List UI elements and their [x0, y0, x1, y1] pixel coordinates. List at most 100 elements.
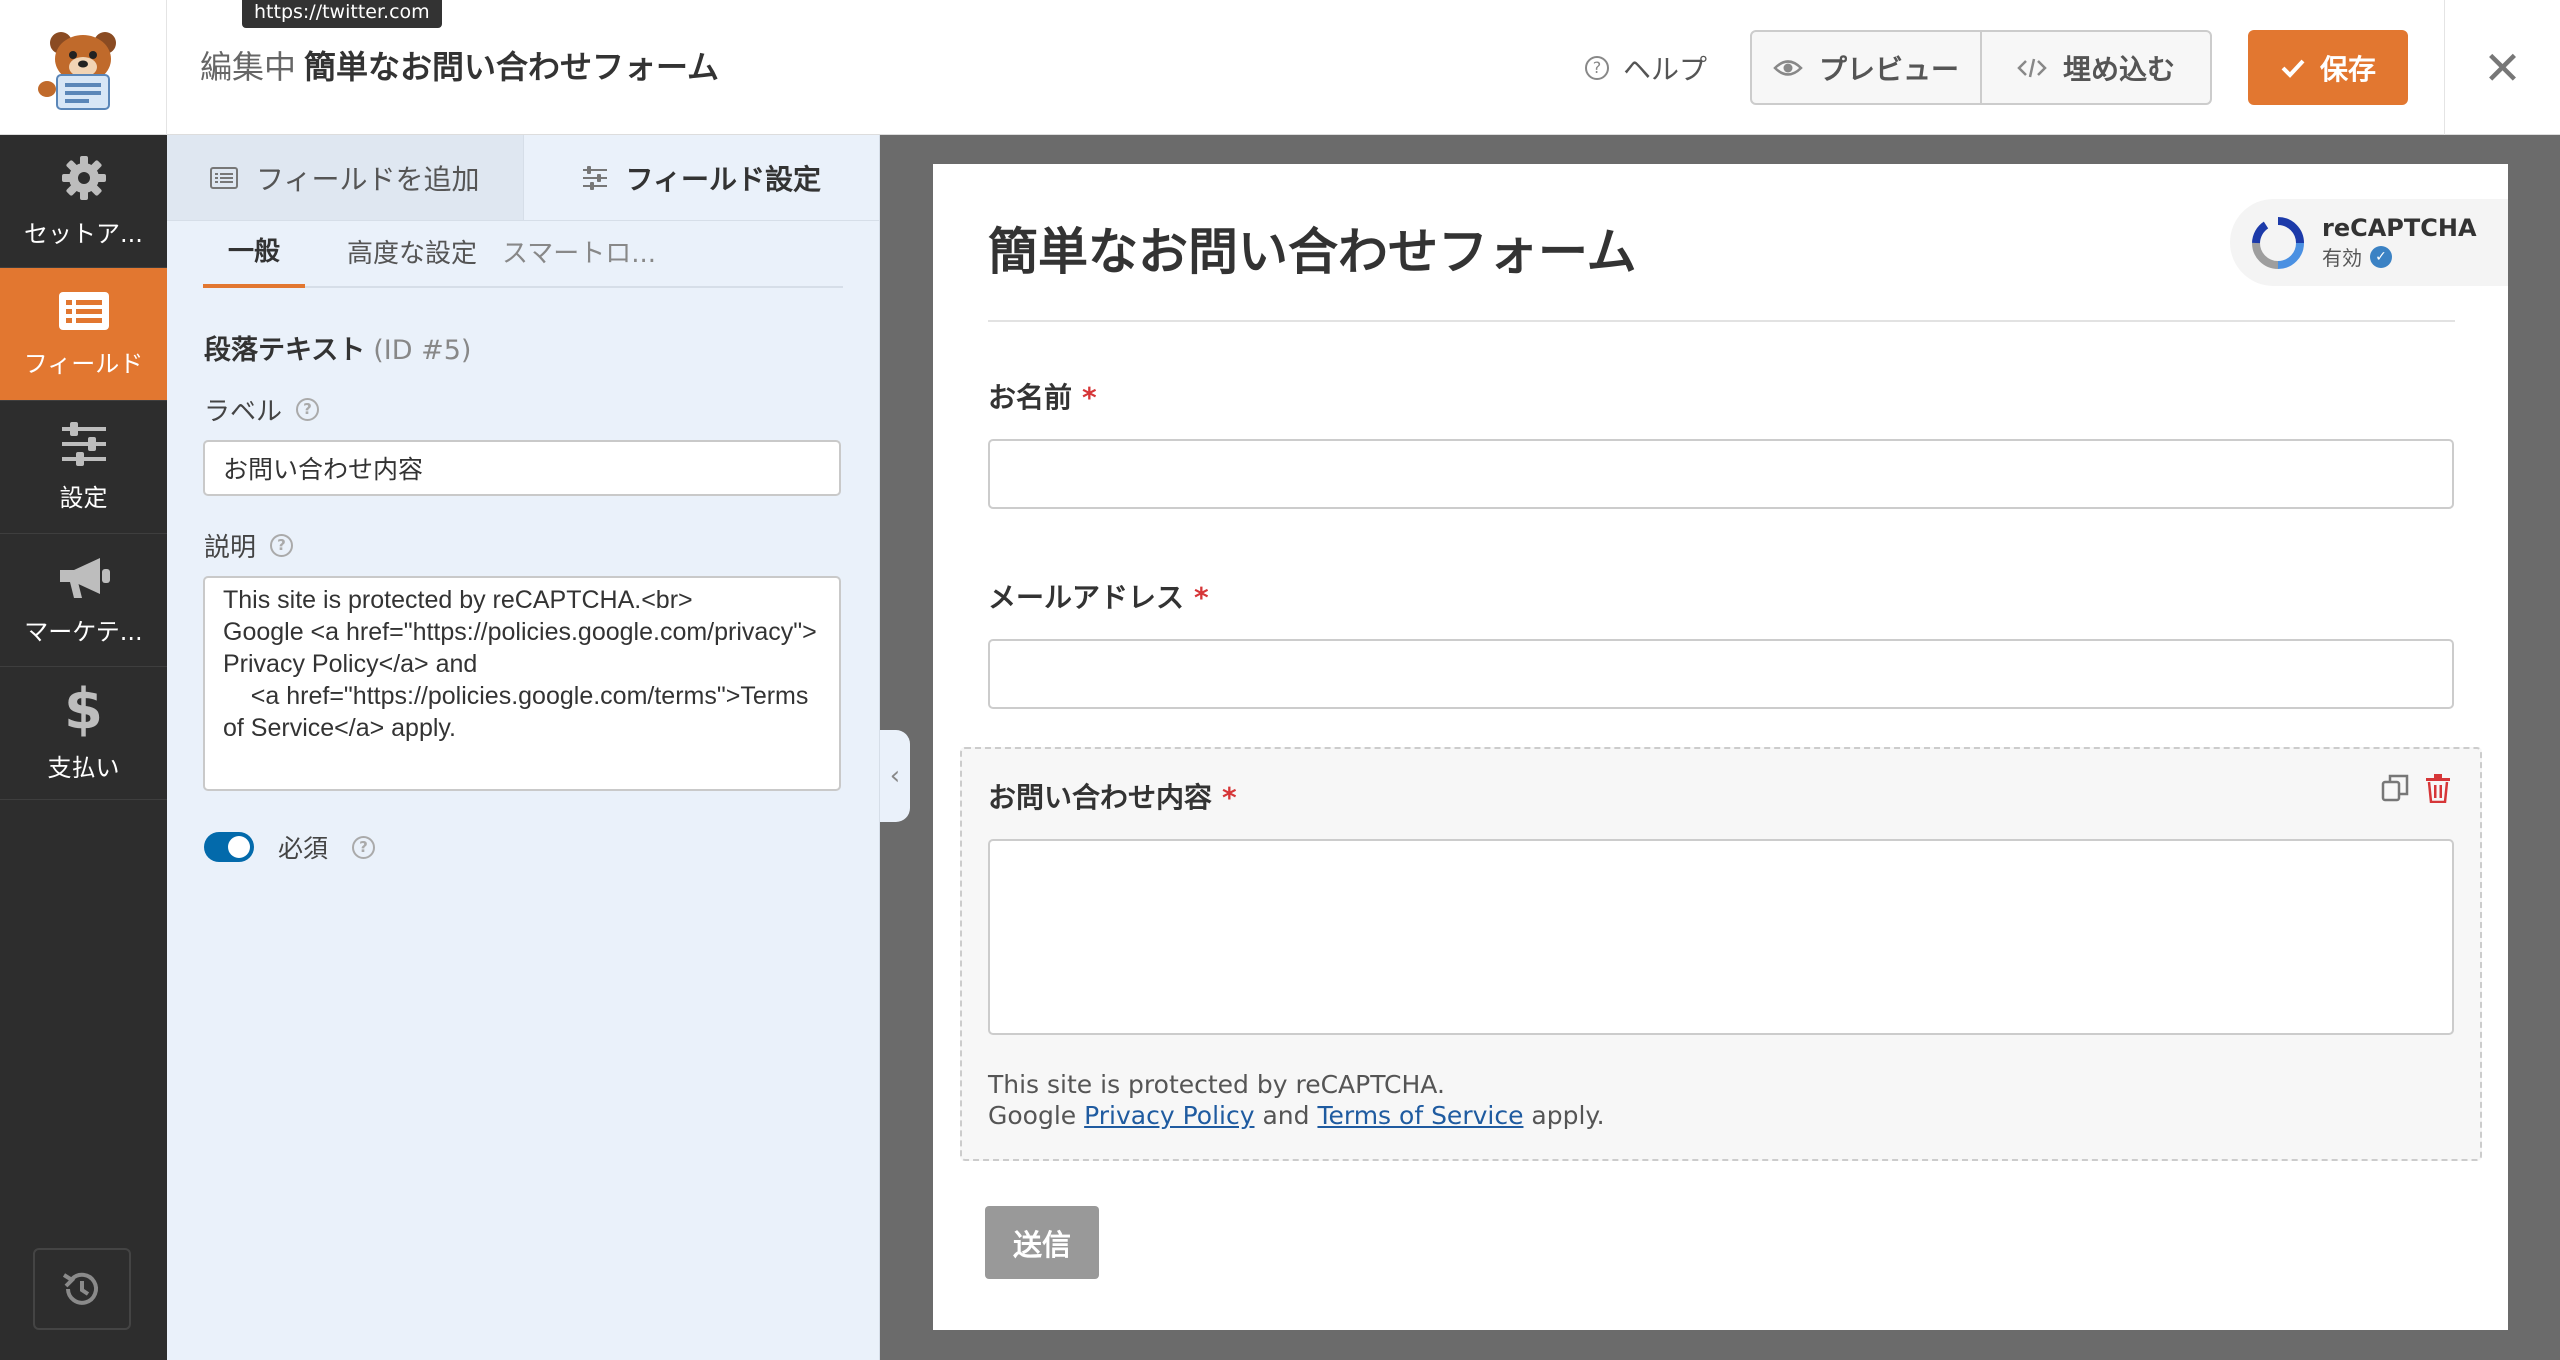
eye-icon	[1773, 59, 1803, 76]
title-divider	[988, 320, 2455, 322]
save-button[interactable]: 保存	[2248, 30, 2408, 105]
save-label: 保存	[2319, 52, 2376, 86]
field-type-heading: 段落テキスト (ID #5)	[204, 328, 471, 367]
description-textarea[interactable]: This site is protected by reCAPTCHA.<br>…	[203, 576, 841, 791]
bear-mascot-icon	[38, 31, 116, 110]
label-caption-text: ラベル	[204, 397, 283, 427]
list-icon	[58, 291, 109, 330]
tab-field-options[interactable]: フィールド設定	[523, 135, 879, 220]
name-input[interactable]	[988, 439, 2454, 509]
tab-label: フィールド設定	[625, 162, 821, 196]
terms-of-service-link[interactable]: Terms of Service	[1317, 1101, 1523, 1130]
page-title: 編集中 簡単なお問い合わせフォーム	[200, 42, 719, 88]
help-link[interactable]: ? ヘルプ	[1585, 48, 1707, 88]
field-options-panel: フィールドを追加 フィールド設定 一般 高度な設定 スマートロ... 段落テキス…	[167, 135, 880, 1360]
recaptcha-title: reCAPTCHA	[2322, 214, 2477, 242]
label-caption: ラベル ?	[204, 391, 320, 428]
preview-button[interactable]: プレビュー	[1752, 32, 1980, 103]
left-sidebar: セットア... フィールド 設定 マーケテ... $ 支払い	[0, 135, 167, 1360]
description-caption-text: 説明	[204, 533, 257, 563]
form-title: 簡単なお問い合わせフォーム	[988, 223, 1637, 281]
close-button[interactable]: ✕	[2444, 0, 2560, 135]
megaphone-icon	[59, 557, 110, 598]
url-tooltip: https://twitter.com	[242, 0, 442, 28]
verified-check-icon: ✓	[2370, 245, 2392, 268]
recaptcha-icon	[2252, 216, 2304, 269]
code-icon	[2017, 58, 2047, 77]
chevron-left-icon: ‹	[889, 761, 901, 791]
field-label-text: お問い合わせ内容	[988, 781, 1213, 814]
required-toggle-row: 必須 ?	[204, 829, 376, 865]
privacy-policy-link[interactable]: Privacy Policy	[1084, 1101, 1254, 1130]
description-caption: 説明 ?	[204, 527, 294, 564]
preview-label: プレビュー	[1818, 52, 1959, 86]
help-tooltip-icon[interactable]: ?	[352, 835, 376, 859]
inquiry-textarea[interactable]	[988, 839, 2454, 1035]
subtab-smart-logic[interactable]: スマートロ...	[502, 233, 681, 286]
required-toggle[interactable]	[204, 832, 254, 862]
subtab-general[interactable]: 一般	[203, 231, 306, 288]
sidebar-item-label: 設定	[59, 483, 108, 512]
required-asterisk: *	[1082, 381, 1097, 414]
form-name: 簡単なお問い合わせフォーム	[304, 48, 720, 86]
trash-icon[interactable]	[2424, 773, 2452, 803]
sliders-icon	[61, 421, 106, 466]
tab-add-fields[interactable]: フィールドを追加	[167, 135, 524, 220]
question-circle-icon: ?	[1585, 56, 1609, 80]
description-line-2: Google Privacy Policy and Terms of Servi…	[988, 1100, 1605, 1131]
sidebar-item-label: マーケテ...	[24, 617, 143, 646]
required-asterisk: *	[1194, 581, 1209, 614]
field-label-name: お名前 *	[988, 376, 1097, 416]
sidebar-item-label: 支払い	[47, 753, 120, 782]
embed-button[interactable]: 埋め込む	[1980, 32, 2210, 103]
field-label-email: メールアドレス *	[988, 576, 1209, 616]
checkmark-icon	[2281, 59, 2305, 78]
sidebar-item-setup[interactable]: セットア...	[0, 135, 167, 268]
subtab-advanced[interactable]: 高度な設定	[305, 233, 502, 286]
description-apply: apply.	[1531, 1101, 1605, 1130]
description-line-1: This site is protected by reCAPTCHA.	[988, 1070, 1445, 1099]
field-id: (ID #5)	[373, 335, 472, 366]
tab-label: フィールドを追加	[256, 162, 480, 196]
label-input[interactable]	[203, 440, 841, 496]
editing-label: 編集中	[200, 48, 297, 86]
preview-embed-group: プレビュー 埋め込む	[1750, 30, 2212, 105]
sliders-icon	[582, 165, 607, 190]
field-description: This site is protected by reCAPTCHA. Goo…	[988, 1069, 1605, 1131]
sidebar-item-marketing[interactable]: マーケテ...	[0, 534, 167, 667]
sidebar-item-label: セットア...	[24, 219, 143, 248]
required-asterisk: *	[1222, 781, 1237, 814]
form-canvas: 簡単なお問い合わせフォーム reCAPTCHA 有効 ✓ お名前 * メールアドレ…	[933, 164, 2508, 1330]
sidebar-item-payments[interactable]: $ 支払い	[0, 667, 167, 800]
options-subtabs: 一般 高度な設定 スマートロ...	[203, 221, 843, 288]
dollar-icon: $	[64, 676, 103, 742]
recaptcha-badge: reCAPTCHA 有効 ✓	[2230, 199, 2508, 286]
help-tooltip-icon[interactable]: ?	[296, 398, 320, 421]
help-label: ヘルプ	[1623, 53, 1708, 86]
email-input[interactable]	[988, 639, 2454, 709]
revisions-button[interactable]	[33, 1248, 131, 1330]
gear-icon	[61, 155, 106, 200]
top-bar: https://twitter.com 編集中 簡単なお問い合わせフォーム ? ヘ…	[0, 0, 2560, 135]
description-and: and	[1262, 1101, 1310, 1130]
wpforms-logo[interactable]	[0, 0, 167, 135]
submit-button[interactable]: 送信	[985, 1206, 1099, 1279]
collapse-panel-button[interactable]: ‹	[880, 730, 910, 822]
recaptcha-status-text: 有効	[2322, 246, 2362, 270]
close-icon: ✕	[2483, 40, 2522, 95]
sidebar-item-settings[interactable]: 設定	[0, 401, 167, 534]
sidebar-item-fields[interactable]: フィールド	[0, 268, 167, 401]
field-type-name: 段落テキスト	[204, 335, 366, 366]
help-tooltip-icon[interactable]: ?	[270, 534, 294, 557]
description-google: Google	[988, 1101, 1077, 1130]
history-icon	[62, 1272, 98, 1305]
panel-tabs: フィールドを追加 フィールド設定	[167, 135, 879, 221]
list-icon	[210, 166, 239, 189]
duplicate-icon[interactable]	[2380, 773, 2410, 803]
sidebar-item-label: フィールド	[23, 349, 144, 378]
field-label-text: メールアドレス	[988, 581, 1185, 614]
recaptcha-status: 有効 ✓	[2322, 242, 2477, 271]
field-label-inquiry: お問い合わせ内容 *	[988, 776, 1237, 816]
field-actions	[2380, 773, 2452, 803]
recaptcha-text: reCAPTCHA 有効 ✓	[2322, 214, 2477, 271]
